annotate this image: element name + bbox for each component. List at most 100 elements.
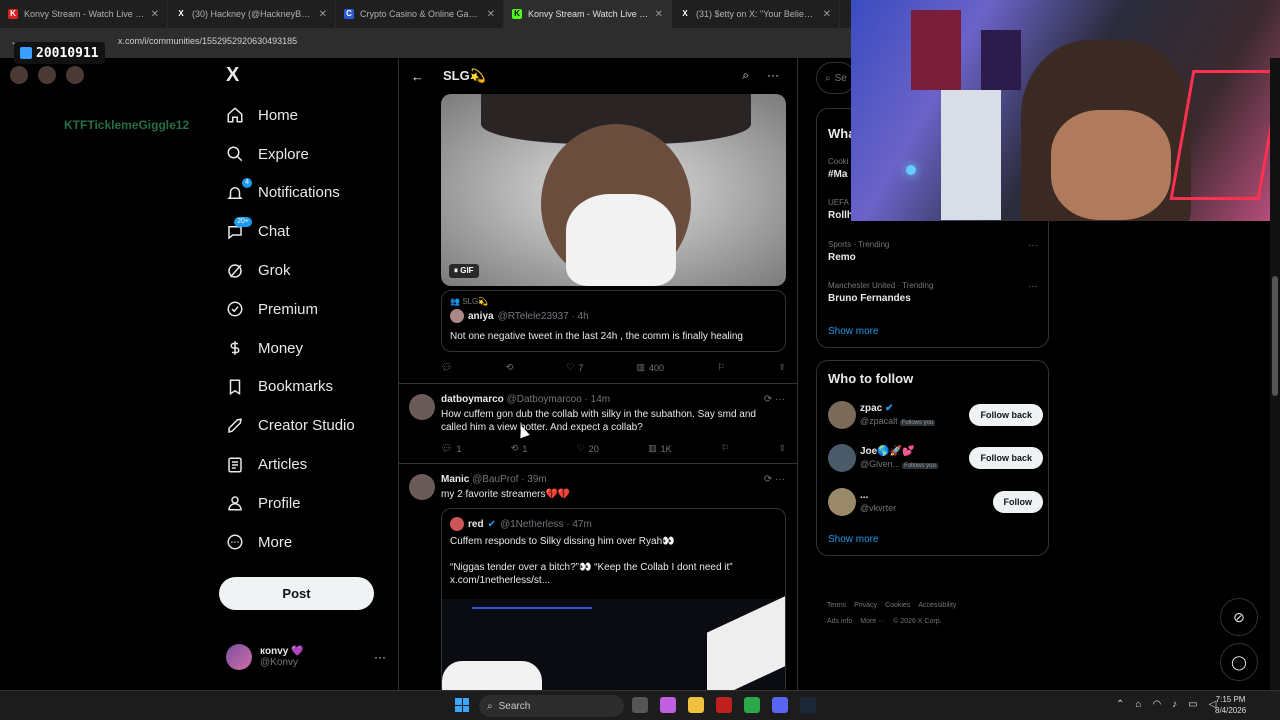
author-name[interactable]: red [468, 519, 484, 530]
more-dots-icon[interactable]: ⟳ ··· [764, 474, 785, 485]
avatar[interactable] [828, 401, 856, 429]
follow-suggestion[interactable]: zpac ✔ @zpacalt Follows you Follow back [828, 401, 1043, 431]
quoted-post[interactable]: 👥 SLG💫 aniya @RTelele23937 · 4h Not one n… [441, 290, 786, 352]
sidebar-item-articles[interactable]: Articles [218, 445, 398, 484]
views-button[interactable]: ▥ 1K [648, 443, 672, 454]
search-input[interactable]: ⌕ Se [816, 62, 856, 94]
avatar[interactable] [828, 488, 856, 516]
task-view-icon[interactable] [632, 697, 648, 713]
taskbar-search[interactable]: ⌕ Search [479, 695, 624, 717]
more-dots-icon[interactable]: ⟳ ··· [764, 394, 785, 405]
avatar[interactable] [409, 394, 435, 420]
discord-icon[interactable] [772, 697, 788, 713]
follow-back-button[interactable]: Follow back [969, 447, 1043, 469]
reply-icon[interactable]: 💬︎ [441, 362, 452, 373]
windows-start-icon[interactable] [455, 698, 469, 712]
avatar[interactable] [409, 474, 435, 500]
views-button[interactable]: ▥ 400 [637, 362, 665, 373]
more-dots-icon[interactable]: ··· [767, 68, 779, 83]
show-more-link[interactable]: Show more [828, 326, 879, 337]
grok-icon[interactable]: ⊘ [1220, 598, 1258, 636]
follow-button[interactable]: Follow [992, 491, 1043, 513]
sidebar-item-home[interactable]: Home [218, 96, 398, 135]
sidebar-item-profile[interactable]: Profile [218, 484, 398, 523]
more-dots-icon[interactable]: ··· [374, 650, 386, 664]
account-name: кonvy 💜 [260, 646, 304, 657]
repost-icon[interactable]: ⟲ [506, 362, 514, 373]
trend-item[interactable]: Sports · Trending Remo ··· [828, 240, 1038, 263]
home-icon [226, 106, 244, 124]
footer-link[interactable]: Accessibility [918, 602, 956, 609]
share-icon[interactable]: ⇪ [778, 362, 786, 373]
close-icon[interactable]: ✕ [655, 9, 663, 20]
footer-link[interactable]: Ads info [827, 618, 852, 625]
footer-link[interactable]: Privacy [854, 602, 877, 609]
follow-suggestion[interactable]: ... @vkvrter Follow [828, 488, 1043, 518]
follow-suggestion[interactable]: Joe🌎🚀💕 @Glven... Follows you Follow back [828, 444, 1043, 474]
bookmark-icon [226, 378, 244, 396]
sidebar-item-premium[interactable]: Premium [218, 290, 398, 329]
quoted-post[interactable]: red ✔ @1Netherless · 47m Cuffem responds t… [441, 508, 786, 690]
taskbar-clock[interactable]: 7:15 PM 8/4/2026 [1215, 694, 1246, 716]
browser-tab[interactable]: K Konvy Stream - Watch Live on ✕ [504, 0, 672, 28]
close-icon[interactable]: ✕ [823, 9, 831, 20]
more-dots-icon[interactable]: ··· [1028, 281, 1038, 292]
network-icon[interactable]: ⌂ [1135, 699, 1141, 710]
more-dots-icon[interactable]: ··· [1028, 240, 1038, 251]
sidebar-item-chat[interactable]: 20+ Chat [218, 212, 398, 251]
avatar[interactable] [828, 444, 856, 472]
follow-back-button[interactable]: Follow back [969, 404, 1043, 426]
scrollbar-thumb[interactable] [1272, 276, 1278, 396]
gif-label[interactable]: ⏸ GIF [449, 264, 479, 278]
sidebar-item-notifications[interactable]: 4 Notifications [218, 174, 398, 213]
gif-media[interactable]: ⏸ GIF [441, 94, 786, 286]
trend-item[interactable]: Manchester United · Trending Bruno Fernan… [828, 281, 1038, 304]
back-arrow-icon[interactable]: ← [411, 69, 443, 84]
close-icon[interactable]: ✕ [319, 9, 327, 20]
search-icon[interactable]: ⌕ [742, 68, 749, 83]
browser-tab[interactable]: X (31) $etty on X: "Your Believing ✕ [672, 0, 840, 28]
footer-link[interactable]: Cookies [885, 602, 910, 609]
video-frame-detail [472, 607, 592, 609]
sidebar-item-creator-studio[interactable]: Creator Studio [218, 406, 398, 445]
chevron-up-icon[interactable]: ⌃ [1116, 699, 1124, 710]
video-media[interactable] [442, 595, 785, 690]
repost-button[interactable]: ⟲ 1 [511, 443, 528, 454]
mic-icon[interactable]: ♪ [1172, 699, 1177, 710]
sidebar-item-grok[interactable]: Grok [218, 251, 398, 290]
sidebar-item-explore[interactable]: Explore [218, 135, 398, 174]
author-name[interactable]: aniya [468, 311, 494, 322]
display-icon[interactable]: ▭ [1188, 699, 1197, 710]
share-icon[interactable]: ⇪ [778, 443, 786, 454]
scrollbar[interactable] [1270, 58, 1280, 690]
wifi-icon[interactable]: ◠ [1152, 699, 1161, 710]
footer-link[interactable]: Terms [827, 602, 846, 609]
like-button[interactable]: ♡ 20 [577, 443, 599, 454]
x-logo-icon[interactable]: X [226, 64, 239, 87]
chat-icon[interactable]: ◯ [1220, 643, 1258, 681]
browser-tab[interactable]: C Crypto Casino & Online Gamb ✕ [336, 0, 504, 28]
author-name[interactable]: datboymarco [441, 394, 504, 405]
footer-link[interactable]: More ··· [860, 618, 885, 625]
chrome-icon[interactable] [744, 697, 760, 713]
bookmark-icon[interactable]: ⚐ [721, 443, 729, 454]
account-switcher[interactable]: кonvy 💜 @Konvy ··· [226, 644, 386, 670]
url-text[interactable]: x.com/i/communities/1552952920630493185 [118, 36, 297, 46]
sidebar-item-money[interactable]: Money [218, 329, 398, 368]
reply-button[interactable]: 💬︎ 1 [441, 443, 461, 454]
copilot-icon[interactable] [660, 697, 676, 713]
close-icon[interactable]: ✕ [151, 9, 159, 20]
author-name[interactable]: Manic [441, 474, 469, 485]
browser-tab[interactable]: X (30) Hackney (@HackneyBurbe ✕ [168, 0, 336, 28]
folder-icon[interactable] [688, 697, 704, 713]
like-button[interactable]: ♡ 7 [566, 362, 583, 373]
sidebar-item-more[interactable]: More [218, 523, 398, 562]
sidebar-item-bookmarks[interactable]: Bookmarks [218, 368, 398, 407]
close-icon[interactable]: ✕ [487, 9, 495, 20]
bookmark-icon[interactable]: ⚐ [717, 362, 725, 373]
show-more-link[interactable]: Show more [828, 534, 879, 545]
app-icon[interactable] [716, 697, 732, 713]
browser-tab[interactable]: K Konvy Stream - Watch Live on ✕ [0, 0, 168, 28]
post-button[interactable]: Post [219, 577, 374, 610]
steam-icon[interactable] [800, 697, 816, 713]
